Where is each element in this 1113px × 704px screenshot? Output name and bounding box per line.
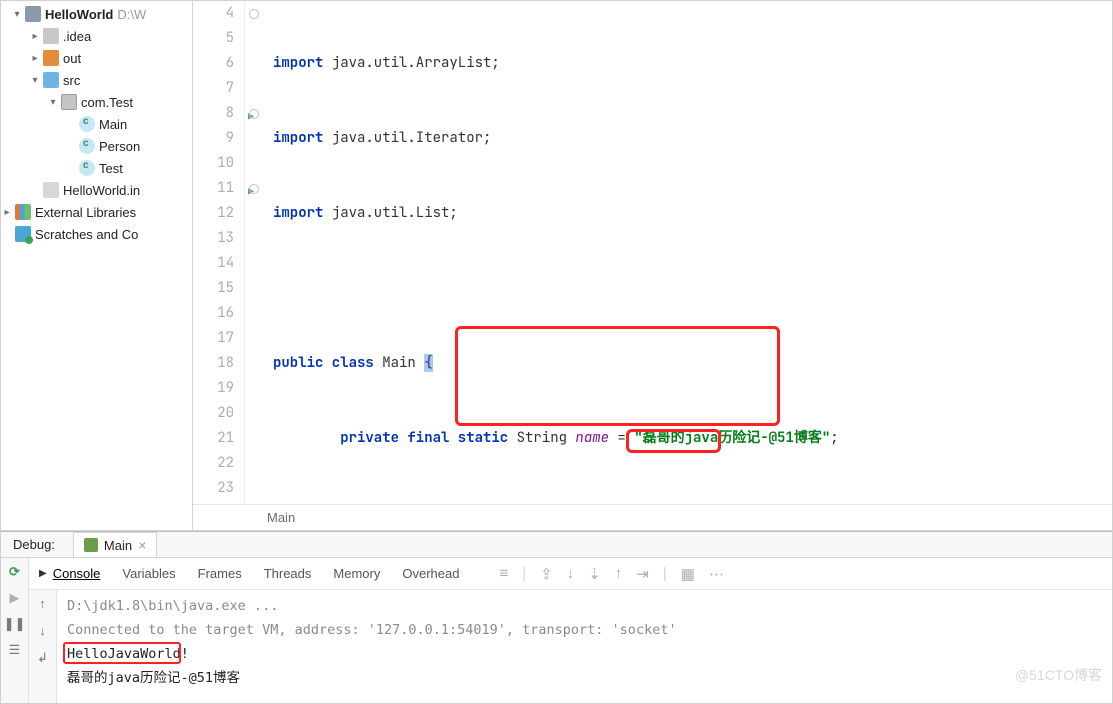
console-output[interactable]: D:\jdk1.8\bin\java.exe ... Connected to … bbox=[57, 590, 1112, 704]
tab-variables[interactable]: Variables bbox=[122, 566, 175, 581]
more-icon[interactable]: ⋯ bbox=[709, 565, 724, 583]
console-line: D:\jdk1.8\bin\java.exe ... bbox=[67, 594, 1102, 618]
folder-label: .idea bbox=[63, 29, 91, 44]
package-icon bbox=[61, 94, 77, 110]
tree-class-person[interactable]: · Person bbox=[1, 135, 192, 157]
breadcrumb-item[interactable]: Main bbox=[267, 510, 295, 525]
chevron-right-icon[interactable]: ▸ bbox=[29, 53, 41, 64]
class-label: Test bbox=[99, 161, 123, 176]
pause-icon[interactable]: ❚❚ bbox=[7, 616, 23, 632]
class-icon bbox=[79, 138, 95, 154]
folder-label: out bbox=[63, 51, 81, 66]
fold-icon[interactable] bbox=[249, 109, 259, 119]
scratches-icon bbox=[15, 226, 31, 242]
file-label: HelloWorld.in bbox=[63, 183, 140, 198]
tree-external-libraries[interactable]: ▸ External Libraries bbox=[1, 201, 192, 223]
libraries-icon bbox=[15, 204, 31, 220]
up-icon[interactable]: ↑ bbox=[39, 596, 46, 611]
debug-left-toolbar[interactable]: ⟳ ▶ ❚❚ ☰ bbox=[1, 558, 29, 704]
tree-project-root[interactable]: ▾ HelloWorld D:\W bbox=[1, 3, 192, 25]
close-icon[interactable]: × bbox=[138, 537, 146, 553]
libraries-label: External Libraries bbox=[35, 205, 136, 220]
project-path: D:\W bbox=[117, 7, 146, 22]
tab-overhead[interactable]: Overhead bbox=[402, 566, 459, 581]
folder-icon bbox=[43, 50, 59, 66]
rerun-icon[interactable]: ⟳ bbox=[7, 564, 23, 580]
gutter-icons[interactable]: ▶ ▶ bbox=[245, 1, 265, 504]
debug-tool-window[interactable]: Debug: Main × ⟳ ▶ ❚❚ ☰ ▶ Console Variabl… bbox=[1, 531, 1112, 704]
class-icon bbox=[79, 160, 95, 176]
tab-console[interactable]: ▶ Console bbox=[39, 566, 100, 581]
class-icon bbox=[79, 116, 95, 132]
module-file-icon bbox=[43, 182, 59, 198]
step-into-icon[interactable]: ↓ bbox=[567, 565, 575, 582]
play-icon: ▶ bbox=[39, 568, 47, 579]
layout-icon[interactable]: ☰ bbox=[7, 642, 23, 658]
tab-threads[interactable]: Threads bbox=[264, 566, 312, 581]
console-line: Connected to the target VM, address: '12… bbox=[67, 618, 1102, 642]
chevron-right-icon[interactable]: ▸ bbox=[1, 207, 13, 218]
debug-step-icons[interactable]: ≡ | ⇪ ↓ ⇣ ↑ ⇥ | ▦ ⋯ bbox=[499, 565, 724, 583]
tree-out-folder[interactable]: ▸ out bbox=[1, 47, 192, 69]
step-out-icon[interactable]: ↑ bbox=[615, 565, 623, 582]
project-tree[interactable]: ▾ HelloWorld D:\W ▸ .idea ▸ out ▾ src ▾ … bbox=[1, 1, 193, 530]
run-to-cursor-icon[interactable]: ⇥ bbox=[636, 565, 649, 583]
console-line: 磊哥的java历险记-@51博客 bbox=[67, 666, 1102, 690]
tab-frames[interactable]: Frames bbox=[198, 566, 242, 581]
down-icon[interactable]: ↓ bbox=[39, 623, 46, 638]
editor-breadcrumb[interactable]: Main bbox=[193, 504, 1112, 530]
tree-src-folder[interactable]: ▾ src bbox=[1, 69, 192, 91]
source-folder-icon bbox=[43, 72, 59, 88]
show-exec-point-icon[interactable]: ≡ bbox=[499, 565, 508, 582]
tree-idea-folder[interactable]: ▸ .idea bbox=[1, 25, 192, 47]
folder-icon bbox=[43, 28, 59, 44]
tab-memory[interactable]: Memory bbox=[333, 566, 380, 581]
resume-icon[interactable]: ▶ bbox=[7, 590, 23, 606]
step-over-icon[interactable]: ⇪ bbox=[540, 565, 553, 583]
chevron-down-icon[interactable]: ▾ bbox=[11, 9, 23, 20]
project-name: HelloWorld bbox=[45, 7, 113, 22]
evaluate-icon[interactable]: ▦ bbox=[681, 565, 695, 583]
console-line: HelloJavaWorld! bbox=[67, 642, 1102, 666]
chevron-right-icon[interactable]: ▸ bbox=[29, 31, 41, 42]
tree-scratches[interactable]: Scratches and Co bbox=[1, 223, 192, 245]
project-folder-icon bbox=[25, 6, 41, 22]
line-number-gutter: 45678910 11121314151617 181920212223 bbox=[193, 1, 245, 504]
console-left-toolbar[interactable]: ↑ ↓ ↲ bbox=[29, 590, 57, 704]
chevron-down-icon[interactable]: ▾ bbox=[29, 75, 41, 86]
run-config-icon bbox=[84, 538, 98, 552]
tree-class-test[interactable]: · Test bbox=[1, 157, 192, 179]
class-label: Main bbox=[99, 117, 127, 132]
fold-icon[interactable] bbox=[249, 9, 259, 19]
run-tab-label: Main bbox=[104, 538, 132, 553]
fold-icon[interactable] bbox=[249, 184, 259, 194]
chevron-down-icon[interactable]: ▾ bbox=[47, 97, 59, 108]
package-label: com.Test bbox=[81, 95, 133, 110]
code-editor[interactable]: 45678910 11121314151617 181920212223 ▶ ▶… bbox=[193, 1, 1112, 530]
debug-tabs[interactable]: ▶ Console Variables Frames Threads Memor… bbox=[29, 558, 1112, 590]
code-content[interactable]: import java.util.ArrayList; import java.… bbox=[265, 1, 1112, 504]
scratches-label: Scratches and Co bbox=[35, 227, 138, 242]
tree-class-main[interactable]: · Main bbox=[1, 113, 192, 135]
force-step-into-icon[interactable]: ⇣ bbox=[588, 565, 601, 583]
folder-label: src bbox=[63, 73, 80, 88]
highlight-box-loop bbox=[455, 326, 780, 426]
class-label: Person bbox=[99, 139, 140, 154]
soft-wrap-icon[interactable]: ↲ bbox=[37, 650, 48, 666]
debug-run-tab[interactable]: Main × bbox=[73, 532, 157, 557]
tree-iml-file[interactable]: · HelloWorld.in bbox=[1, 179, 192, 201]
tree-package[interactable]: ▾ com.Test bbox=[1, 91, 192, 113]
debug-label: Debug: bbox=[1, 537, 67, 552]
